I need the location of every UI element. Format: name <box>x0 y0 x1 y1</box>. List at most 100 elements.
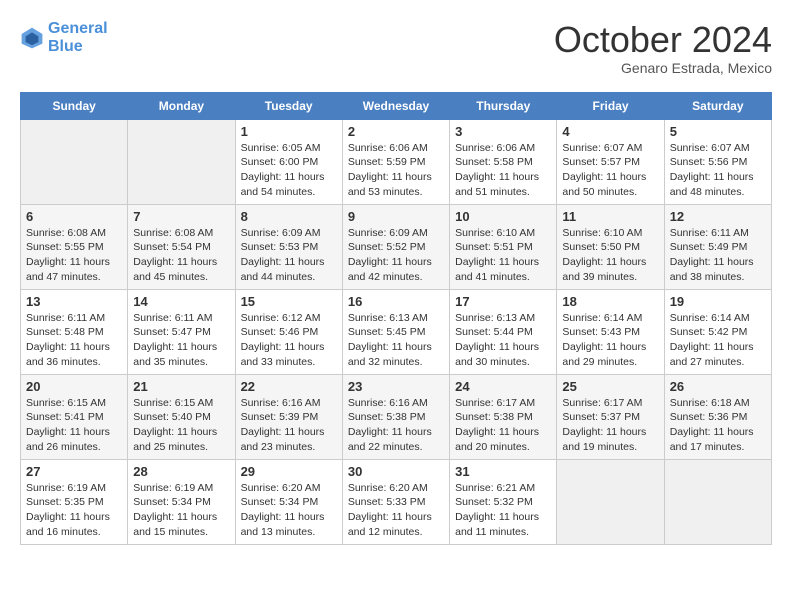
calendar-cell <box>664 459 771 544</box>
cell-info: Sunrise: 6:05 AMSunset: 6:00 PMDaylight:… <box>241 141 337 200</box>
day-number: 19 <box>670 294 766 309</box>
calendar-cell: 2 Sunrise: 6:06 AMSunset: 5:59 PMDaylight… <box>342 119 449 204</box>
cell-info: Sunrise: 6:13 AMSunset: 5:44 PMDaylight:… <box>455 311 551 370</box>
cell-info: Sunrise: 6:21 AMSunset: 5:32 PMDaylight:… <box>455 481 551 540</box>
logo-icon <box>20 26 44 50</box>
location: Genaro Estrada, Mexico <box>554 60 772 76</box>
day-number: 23 <box>348 379 444 394</box>
calendar-cell: 28Sunrise: 6:19 AMSunset: 5:34 PMDayligh… <box>128 459 235 544</box>
day-number: 24 <box>455 379 551 394</box>
calendar-cell: 23Sunrise: 6:16 AMSunset: 5:38 PMDayligh… <box>342 374 449 459</box>
day-number: 26 <box>670 379 766 394</box>
calendar-table: SundayMondayTuesdayWednesdayThursdayFrid… <box>20 92 772 545</box>
day-number: 22 <box>241 379 337 394</box>
weekday-header: Friday <box>557 92 664 119</box>
cell-info: Sunrise: 6:07 AMSunset: 5:56 PMDaylight:… <box>670 141 766 200</box>
calendar-cell: 17 Sunrise: 6:13 AMSunset: 5:44 PMDayligh… <box>450 289 557 374</box>
cell-info: Sunrise: 6:06 AMSunset: 5:58 PMDaylight:… <box>455 141 551 200</box>
cell-info: Sunrise: 6:14 AMSunset: 5:43 PMDaylight:… <box>562 311 658 370</box>
weekday-header: Monday <box>128 92 235 119</box>
calendar-cell: 15Sunrise: 6:12 AMSunset: 5:46 PMDayligh… <box>235 289 342 374</box>
day-number: 2 <box>348 124 444 139</box>
cell-info: Sunrise: 6:06 AMSunset: 5:59 PMDaylight:… <box>348 141 444 200</box>
day-number: 18 <box>562 294 658 309</box>
cell-info: Sunrise: 6:13 AMSunset: 5:45 PMDaylight:… <box>348 311 444 370</box>
day-number: 16 <box>348 294 444 309</box>
calendar-cell: 30 Sunrise: 6:20 AMSunset: 5:33 PMDayligh… <box>342 459 449 544</box>
calendar-cell: 19 Sunrise: 6:14 AMSunset: 5:42 PMDayligh… <box>664 289 771 374</box>
day-number: 5 <box>670 124 766 139</box>
calendar-cell: 10 Sunrise: 6:10 AMSunset: 5:51 PMDayligh… <box>450 204 557 289</box>
calendar-cell <box>21 119 128 204</box>
calendar-cell: 29Sunrise: 6:20 AMSunset: 5:34 PMDayligh… <box>235 459 342 544</box>
day-number: 8 <box>241 209 337 224</box>
calendar-cell: 1 Sunrise: 6:05 AMSunset: 6:00 PMDaylight… <box>235 119 342 204</box>
cell-info: Sunrise: 6:15 AMSunset: 5:40 PMDaylight:… <box>133 396 229 455</box>
calendar-cell: 18 Sunrise: 6:14 AMSunset: 5:43 PMDayligh… <box>557 289 664 374</box>
title-block: October 2024 Genaro Estrada, Mexico <box>554 20 772 76</box>
day-number: 21 <box>133 379 229 394</box>
cell-info: Sunrise: 6:08 AMSunset: 5:54 PMDaylight:… <box>133 226 229 285</box>
calendar-cell: 31 Sunrise: 6:21 AMSunset: 5:32 PMDayligh… <box>450 459 557 544</box>
calendar-cell: 22 Sunrise: 6:16 AMSunset: 5:39 PMDayligh… <box>235 374 342 459</box>
calendar-week-row: 1 Sunrise: 6:05 AMSunset: 6:00 PMDaylight… <box>21 119 772 204</box>
calendar-cell: 16 Sunrise: 6:13 AMSunset: 5:45 PMDayligh… <box>342 289 449 374</box>
day-number: 30 <box>348 464 444 479</box>
calendar-cell: 13 Sunrise: 6:11 AMSunset: 5:48 PMDayligh… <box>21 289 128 374</box>
day-number: 27 <box>26 464 122 479</box>
cell-info: Sunrise: 6:19 AMSunset: 5:34 PMDaylight:… <box>133 481 229 540</box>
cell-info: Sunrise: 6:17 AMSunset: 5:37 PMDaylight:… <box>562 396 658 455</box>
cell-info: Sunrise: 6:11 AMSunset: 5:48 PMDaylight:… <box>26 311 122 370</box>
day-number: 29 <box>241 464 337 479</box>
weekday-header: Saturday <box>664 92 771 119</box>
cell-info: Sunrise: 6:14 AMSunset: 5:42 PMDaylight:… <box>670 311 766 370</box>
cell-info: Sunrise: 6:19 AMSunset: 5:35 PMDaylight:… <box>26 481 122 540</box>
calendar-cell: 6 Sunrise: 6:08 AMSunset: 5:55 PMDaylight… <box>21 204 128 289</box>
cell-info: Sunrise: 6:07 AMSunset: 5:57 PMDaylight:… <box>562 141 658 200</box>
month-title: October 2024 <box>554 20 772 60</box>
day-number: 13 <box>26 294 122 309</box>
calendar-week-row: 6 Sunrise: 6:08 AMSunset: 5:55 PMDaylight… <box>21 204 772 289</box>
calendar-week-row: 20Sunrise: 6:15 AMSunset: 5:41 PMDayligh… <box>21 374 772 459</box>
day-number: 9 <box>348 209 444 224</box>
calendar-cell: 14Sunrise: 6:11 AMSunset: 5:47 PMDayligh… <box>128 289 235 374</box>
cell-info: Sunrise: 6:10 AMSunset: 5:50 PMDaylight:… <box>562 226 658 285</box>
calendar-cell: 9Sunrise: 6:09 AMSunset: 5:52 PMDaylight… <box>342 204 449 289</box>
calendar-cell: 12Sunrise: 6:11 AMSunset: 5:49 PMDayligh… <box>664 204 771 289</box>
calendar-cell: 11 Sunrise: 6:10 AMSunset: 5:50 PMDayligh… <box>557 204 664 289</box>
day-number: 17 <box>455 294 551 309</box>
calendar-cell: 5 Sunrise: 6:07 AMSunset: 5:56 PMDaylight… <box>664 119 771 204</box>
day-number: 1 <box>241 124 337 139</box>
calendar-cell: 3 Sunrise: 6:06 AMSunset: 5:58 PMDaylight… <box>450 119 557 204</box>
cell-info: Sunrise: 6:10 AMSunset: 5:51 PMDaylight:… <box>455 226 551 285</box>
weekday-header: Wednesday <box>342 92 449 119</box>
calendar-week-row: 13 Sunrise: 6:11 AMSunset: 5:48 PMDayligh… <box>21 289 772 374</box>
cell-info: Sunrise: 6:20 AMSunset: 5:33 PMDaylight:… <box>348 481 444 540</box>
day-number: 6 <box>26 209 122 224</box>
calendar-cell <box>128 119 235 204</box>
day-number: 31 <box>455 464 551 479</box>
day-number: 11 <box>562 209 658 224</box>
calendar-cell: 4Sunrise: 6:07 AMSunset: 5:57 PMDaylight… <box>557 119 664 204</box>
day-number: 25 <box>562 379 658 394</box>
weekday-header: Tuesday <box>235 92 342 119</box>
cell-info: Sunrise: 6:08 AMSunset: 5:55 PMDaylight:… <box>26 226 122 285</box>
calendar-cell: 26Sunrise: 6:18 AMSunset: 5:36 PMDayligh… <box>664 374 771 459</box>
cell-info: Sunrise: 6:16 AMSunset: 5:39 PMDaylight:… <box>241 396 337 455</box>
cell-info: Sunrise: 6:11 AMSunset: 5:47 PMDaylight:… <box>133 311 229 370</box>
cell-info: Sunrise: 6:17 AMSunset: 5:38 PMDaylight:… <box>455 396 551 455</box>
day-number: 15 <box>241 294 337 309</box>
weekday-header-row: SundayMondayTuesdayWednesdayThursdayFrid… <box>21 92 772 119</box>
cell-info: Sunrise: 6:15 AMSunset: 5:41 PMDaylight:… <box>26 396 122 455</box>
cell-info: Sunrise: 6:11 AMSunset: 5:49 PMDaylight:… <box>670 226 766 285</box>
calendar-week-row: 27 Sunrise: 6:19 AMSunset: 5:35 PMDayligh… <box>21 459 772 544</box>
day-number: 10 <box>455 209 551 224</box>
calendar-cell: 8 Sunrise: 6:09 AMSunset: 5:53 PMDaylight… <box>235 204 342 289</box>
calendar-cell: 20Sunrise: 6:15 AMSunset: 5:41 PMDayligh… <box>21 374 128 459</box>
weekday-header: Thursday <box>450 92 557 119</box>
day-number: 3 <box>455 124 551 139</box>
logo-text: General Blue <box>48 20 108 55</box>
calendar-cell: 24 Sunrise: 6:17 AMSunset: 5:38 PMDayligh… <box>450 374 557 459</box>
day-number: 7 <box>133 209 229 224</box>
cell-info: Sunrise: 6:09 AMSunset: 5:53 PMDaylight:… <box>241 226 337 285</box>
